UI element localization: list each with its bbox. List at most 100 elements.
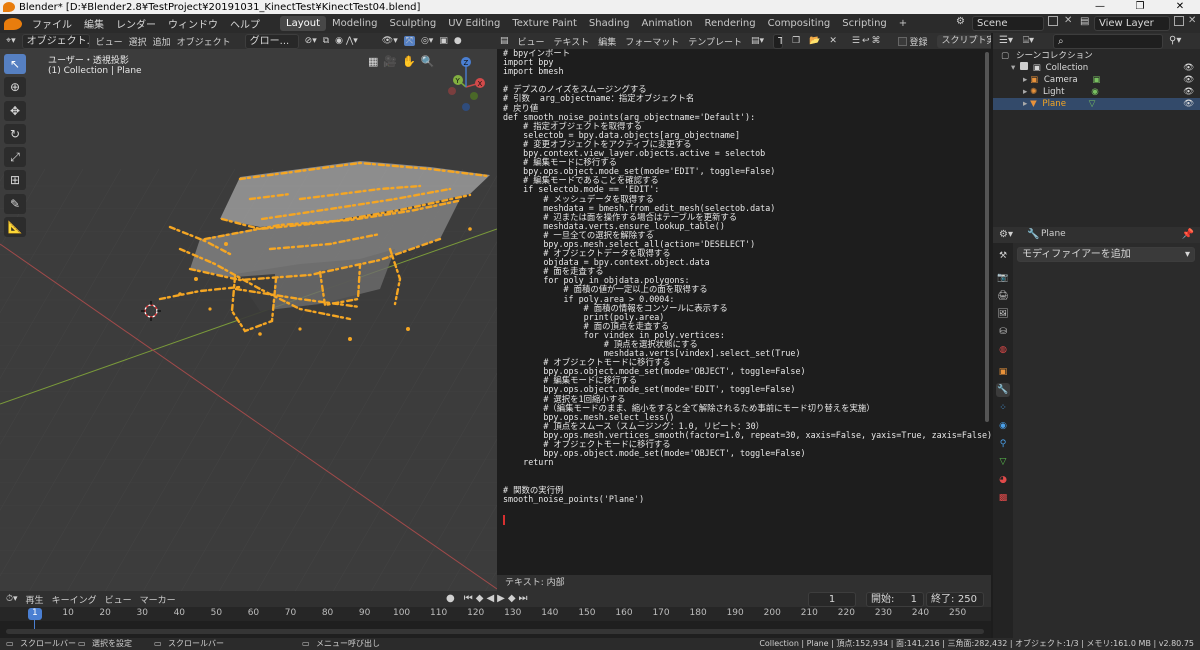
scene-field[interactable]: Scene [972,16,1044,31]
constraints-tab-icon[interactable]: ⚲ [996,437,1010,451]
shading-solid-icon[interactable]: ● [454,36,462,46]
outliner-search-input[interactable]: ⌕ [1053,34,1163,49]
tool-tab-icon[interactable]: ⚒ [996,249,1010,263]
remove-scene-icon[interactable]: ✕ [1064,15,1072,26]
code-line[interactable]: import bmesh [503,67,991,76]
timeline-menu-playback[interactable]: 再生 [26,593,44,606]
cursor-tool-icon[interactable]: ⊕ [4,77,26,97]
code-content[interactable]: # bpyインポート import bpy import bmesh # デプスのノ… [503,49,991,504]
menu-window[interactable]: ウィンドウ [162,16,224,31]
remove-view-layer-icon[interactable]: ✕ [1188,15,1196,26]
close-button[interactable]: ✕ [1160,0,1200,14]
menu-help[interactable]: ヘルプ [224,16,266,31]
outliner-row-plane[interactable]: ▸ ▼ Plane ▽ 👁 [993,98,1200,110]
outliner-row-camera[interactable]: ▸ ▣ Camera ▣ 👁 [993,74,1200,86]
jump-start-icon[interactable]: ⏮ [464,593,473,604]
code-line[interactable] [503,467,991,476]
add-workspace-button[interactable]: + [893,16,913,31]
text-menu-text[interactable]: テキスト [554,35,590,48]
snap-icon[interactable]: ⧉ [323,36,329,46]
viewport-canvas[interactable]: X Y Z [0,49,497,591]
code-line[interactable] [503,476,991,485]
code-line[interactable]: import bpy [503,57,991,67]
overlay-toggle-icon[interactable]: ◎▾ [421,36,433,46]
add-modifier-dropdown[interactable]: モディファイアーを追加 ▾ [1017,247,1195,262]
next-key-icon[interactable]: ◆ [508,593,516,604]
expand-camera-icon[interactable]: ▸ [1023,75,1027,85]
text-editor-type-icon[interactable]: ▤ [500,36,509,46]
transform-tool-icon[interactable]: ⊞ [4,170,26,190]
timeline-scrollbar[interactable] [6,629,984,634]
text-menu-templates[interactable]: テンプレート [688,35,742,48]
timeline-area[interactable]: 1 10 20 30 40 50 60 70 80 90 100 110 120 130 140 150 160… [0,607,991,638]
timeline-menu-keying[interactable]: キーイング [52,593,97,606]
workspace-tab-uv-editing[interactable]: UV Editing [442,16,506,31]
workspace-tab-scripting[interactable]: Scripting [836,16,892,31]
text-editor-area[interactable]: # bpyインポート import bpy import bmesh # デプスのノ… [497,49,991,575]
scene-tab-icon[interactable]: ⛁ [996,325,1010,339]
camera-visibility-icon[interactable]: 👁 [1183,74,1194,86]
pan-hand-icon[interactable]: ✋ [402,55,416,68]
text-scrollbar[interactable] [985,52,989,422]
code-line[interactable]: smooth_noise_points('Plane') [503,494,991,504]
3d-viewport[interactable]: X Y Z ユーザー・透視投影 (1) Collection | Plane ▦… [0,49,497,591]
expand-plane-icon[interactable]: ▸ [1023,99,1027,109]
word-wrap-toggle-icon[interactable]: ↩ [862,36,870,46]
mode-selector[interactable]: オブジェクト... [21,33,90,49]
menu-edit[interactable]: 編集 [78,16,110,31]
render-tab-icon[interactable]: 📷 [996,271,1010,285]
timeline-type-icon[interactable]: ⏱▾ [6,594,18,604]
xray-icon[interactable]: ▣ [439,36,448,46]
workspace-tab-compositing[interactable]: Compositing [762,16,837,31]
syntax-highlight-toggle-icon[interactable]: ⌘ [872,36,881,46]
outliner-row-collection[interactable]: ▾ ▣ Collection 👁 [993,62,1200,74]
text-menu-format[interactable]: フォーマット [625,35,679,48]
output-tab-icon[interactable]: 🖨 [996,289,1010,303]
move-tool-icon[interactable]: ✥ [4,101,26,121]
texture-tab-icon[interactable]: ▩ [996,491,1010,505]
blender-menu-icon[interactable] [4,17,22,30]
play-icon[interactable]: ▶ [497,593,505,604]
collection-visibility-icon[interactable]: 👁 [1183,62,1194,74]
proportional-edit-icon[interactable]: ◉ ⋀▾ [335,36,358,46]
text-menu-view[interactable]: ビュー [518,35,545,48]
collection-checkbox[interactable] [1020,62,1029,70]
viewport-menu-add[interactable]: 追加 [153,35,171,48]
outliner-display-icon[interactable]: ⌸▾ [1023,35,1034,46]
prev-key-icon[interactable]: ◆ [476,593,484,604]
gizmo-toggle-icon[interactable]: ⤧ [403,36,415,46]
outliner-filter-icon[interactable]: ⚲▾ [1169,35,1181,46]
expand-light-icon[interactable]: ▸ [1023,87,1027,97]
text-datablock-icon[interactable]: ▤▾ [751,36,764,46]
visibility-icon[interactable]: 👁▾ [382,36,398,46]
workspace-tab-texture-paint[interactable]: Texture Paint [506,16,583,31]
minimize-button[interactable]: — [1080,0,1120,14]
register-checkbox[interactable] [897,36,907,46]
code-line[interactable]: # bpyインポート [503,49,991,58]
zoom-icon[interactable]: 🔍 [421,55,435,68]
code-line[interactable]: bpy.ops.object.mode_set(mode='OBJECT', t… [503,449,991,458]
material-tab-icon[interactable]: ◕ [996,473,1010,487]
current-frame-field[interactable]: 1 [808,592,856,607]
light-visibility-icon[interactable]: 👁 [1183,86,1194,98]
jump-end-icon[interactable]: ⏭ [519,593,528,604]
workspace-tab-rendering[interactable]: Rendering [699,16,762,31]
text-menu-edit[interactable]: 編集 [598,35,616,48]
data-tab-icon[interactable]: ▽ [996,455,1010,469]
pivot-icon[interactable]: ⊘▾ [305,36,317,46]
outliner-row-scene-collection[interactable]: ▢ シーンコレクション [993,50,1200,62]
measure-tool-icon[interactable]: 📐 [4,217,26,237]
select-box-tool-icon[interactable]: ↖ [4,54,26,74]
world-tab-icon[interactable]: ◍ [996,343,1010,357]
properties-type-icon[interactable]: ⚙▾ [999,229,1013,240]
viewport-menu-select[interactable]: 選択 [129,35,147,48]
outliner-type-icon[interactable]: ☰▾ [999,35,1013,46]
timeline-menu-marker[interactable]: マーカー [140,593,176,606]
workspace-tab-modeling[interactable]: Modeling [326,16,384,31]
physics-tab-icon[interactable]: ◉ [996,419,1010,433]
pin-icon[interactable]: 📌 [1182,229,1194,240]
view-layer-field[interactable]: View Layer [1094,16,1170,31]
plane-visibility-icon[interactable]: 👁 [1183,98,1194,110]
editor-type-icon[interactable]: ⌖▾ [6,36,16,46]
timeline-menu-view[interactable]: ビュー [105,593,132,606]
